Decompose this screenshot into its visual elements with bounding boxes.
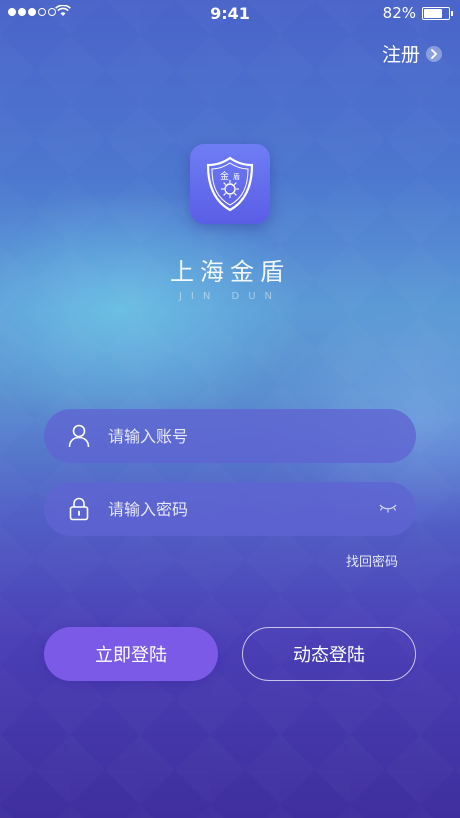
battery-icon [422,7,453,20]
status-bar: 9:41 82% [0,0,460,26]
lock-icon [66,496,92,522]
logo-text-right: 盾 [233,173,240,181]
account-input[interactable] [106,425,360,447]
password-input[interactable] [106,498,360,520]
password-field[interactable] [44,482,416,536]
brand-subtitle: JIN DUN [178,291,282,302]
logo-text-left: 金 [220,170,229,182]
forgot-password-link[interactable]: 找回密码 [346,551,398,570]
eye-closed-icon[interactable] [378,500,398,519]
battery-percent: 82% [382,4,416,22]
app-logo: 金 盾 [190,144,270,224]
register-label: 注册 [381,44,420,66]
account-field[interactable] [44,409,416,463]
user-icon [66,423,92,449]
login-button[interactable]: 立即登陆 [44,627,218,681]
shield-logo-icon: 金 盾 [206,156,254,212]
register-button[interactable]: 注册 [382,40,442,67]
brand-name: 上海金盾 [170,258,290,286]
chevron-right-icon [426,45,442,62]
dynamic-login-button[interactable]: 动态登陆 [242,627,416,681]
